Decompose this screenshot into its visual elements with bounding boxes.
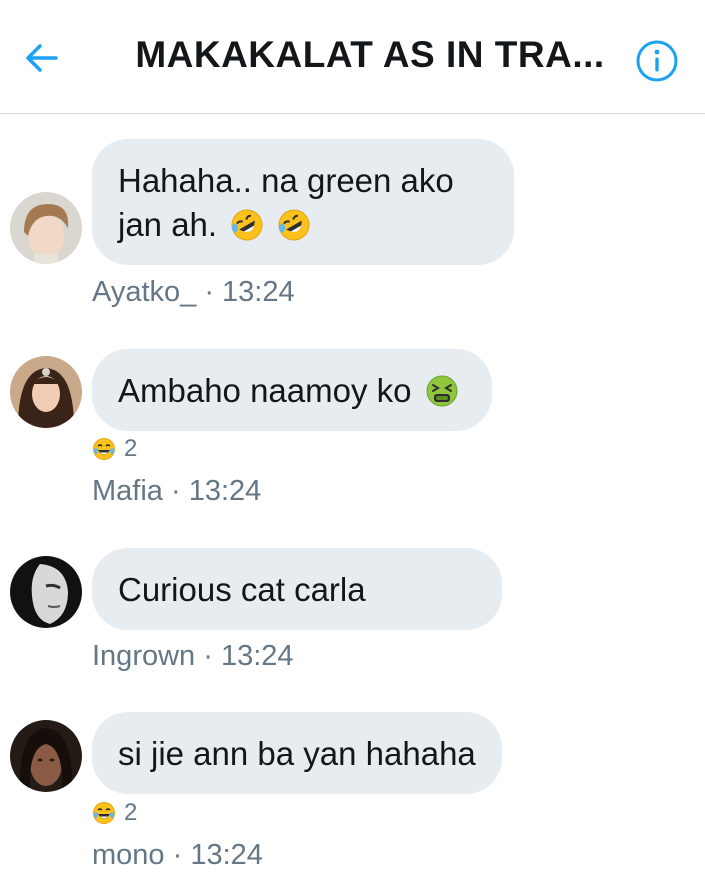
message-bubble[interactable]: si jie ann ba yan hahaha: [92, 712, 502, 794]
info-circle-icon: [636, 40, 678, 82]
reaction-badge[interactable]: 2: [92, 799, 137, 827]
message-text: Ambaho naamoy ko: [118, 372, 412, 409]
reaction-count: 2: [124, 435, 138, 462]
conversation-header: MAKAKALAT AS IN TRA...: [0, 0, 705, 114]
sender-name[interactable]: Ayatko_: [92, 276, 196, 308]
message-bubble[interactable]: Curious cat carla: [92, 548, 502, 630]
avatar[interactable]: [10, 720, 82, 792]
joy-emoji: [93, 802, 115, 824]
message-meta: Ingrown · 13:24: [92, 640, 294, 672]
sender-name[interactable]: Mafia: [92, 475, 163, 507]
timestamp: 13:24: [188, 475, 262, 507]
message-text: Hahaha.. na green ako: [118, 162, 454, 199]
joy-emoji: [93, 438, 115, 460]
reaction-badge[interactable]: 2: [92, 435, 137, 463]
message-text: si jie ann ba yan hahaha: [118, 735, 476, 772]
message-text: jan ah.: [118, 206, 218, 243]
nauseated-face-emoji: [426, 375, 458, 407]
message-bubble[interactable]: Hahaha.. na green ako jan ah.: [92, 139, 514, 265]
avatar[interactable]: [10, 556, 82, 628]
conversation-title: MAKAKALAT AS IN TRA...: [135, 34, 605, 75]
arrow-left-icon: [26, 44, 58, 72]
message-meta: mono · 13:24: [92, 839, 263, 871]
message-meta: Mafia · 13:24: [92, 475, 262, 507]
avatar[interactable]: [10, 356, 82, 428]
message-text: Curious cat carla: [118, 571, 366, 608]
timestamp: 13:24: [190, 839, 263, 871]
rolling-on-floor-laughing-emoji: [278, 209, 310, 241]
message-meta: Ayatko_ · 13:24: [92, 276, 295, 308]
timestamp: 13:24: [220, 640, 294, 672]
rolling-on-floor-laughing-emoji: [231, 209, 263, 241]
sender-name[interactable]: Ingrown: [92, 640, 195, 672]
reaction-count: 2: [124, 799, 138, 826]
message-bubble[interactable]: Ambaho naamoy ko: [92, 349, 492, 431]
timestamp: 13:24: [222, 276, 295, 308]
info-button[interactable]: [634, 38, 680, 84]
sender-name[interactable]: mono: [92, 839, 165, 871]
avatar[interactable]: [10, 192, 82, 264]
back-button[interactable]: [22, 38, 62, 78]
